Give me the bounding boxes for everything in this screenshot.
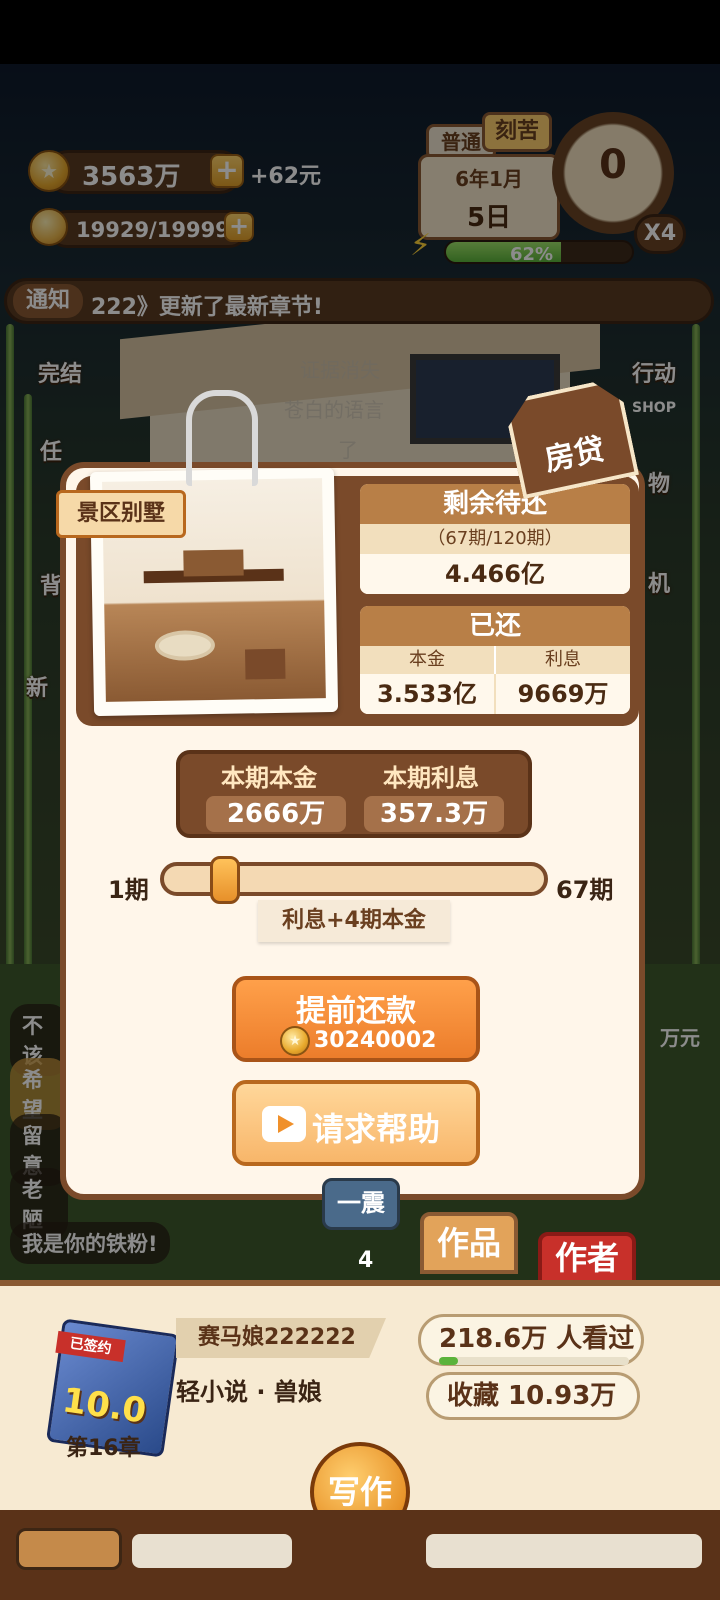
binder-clip-icon xyxy=(186,390,258,486)
bottom-nav-tab[interactable] xyxy=(132,1534,292,1568)
views-text: 218.6万 人看过 xyxy=(439,1324,635,1354)
property-name-tag: 景区别墅 xyxy=(56,490,186,538)
current-interest-label: 本期利息 xyxy=(383,764,479,792)
slider-min-label: 1期 xyxy=(108,876,149,904)
shake-button[interactable]: 一震 xyxy=(322,1178,400,1230)
current-period-board: 本期本金 本期利息 2666万 357.3万 xyxy=(176,750,532,838)
paid-principal: 3.533亿 xyxy=(360,674,496,714)
mortgage-dialog: 景区别墅 剩余待还 （67期/120期） 4.466亿 已还 本金 利息 3.5… xyxy=(56,390,645,1200)
tab-author[interactable]: 作者 xyxy=(538,1232,636,1284)
current-principal-label: 本期本金 xyxy=(221,764,317,792)
current-principal: 2666万 xyxy=(206,796,346,832)
remaining-amount: 4.466亿 xyxy=(360,554,630,594)
paid-interest: 9669万 xyxy=(496,674,630,714)
slider-note: 利息+4期本金 xyxy=(258,900,450,942)
favorites-pill: 收藏 10.93万 xyxy=(426,1372,640,1420)
prepay-button[interactable]: 提前还款 ★ 30240002 xyxy=(232,976,480,1062)
views-pill: 218.6万 人看过 xyxy=(418,1314,644,1366)
prepay-cost: 30240002 xyxy=(314,1028,437,1053)
bottom-nav-tab[interactable] xyxy=(426,1534,702,1568)
coin-icon: ★ xyxy=(280,1026,310,1056)
paid-interest-label: 利息 xyxy=(496,646,630,674)
shake-count: 4 xyxy=(358,1248,374,1273)
current-interest: 357.3万 xyxy=(364,796,504,832)
request-help-label: 请求帮助 xyxy=(312,1110,441,1148)
prepay-label: 提前还款 xyxy=(296,994,416,1029)
remaining-periods: （67期/120期） xyxy=(360,524,630,554)
status-bar xyxy=(0,0,720,64)
book-score: 10.0 xyxy=(60,1380,149,1432)
slider-max-label: 67期 xyxy=(556,876,614,904)
paid-box: 已还 本金 利息 3.533亿 9669万 xyxy=(360,606,630,714)
mortgage-tag-text: 房贷 xyxy=(541,431,608,479)
bottom-nav-tab[interactable] xyxy=(16,1528,122,1570)
paid-principal-label: 本金 xyxy=(360,646,496,674)
book-panel: 已签约 10.0 第16章 赛马娘222222 轻小说 · 兽娘 218.6万 … xyxy=(0,1280,720,1600)
tab-works[interactable]: 作品 xyxy=(420,1212,518,1274)
signed-badge: 已签约 xyxy=(55,1330,126,1363)
remaining-title: 剩余待还 xyxy=(360,484,630,524)
book-title: 赛马娘222222 xyxy=(176,1318,386,1358)
slider-handle[interactable] xyxy=(210,856,240,904)
paid-title: 已还 xyxy=(360,606,630,646)
bottom-nav xyxy=(0,1510,720,1600)
chapter-label: 第16章 xyxy=(66,1436,141,1461)
remaining-box: 剩余待还 （67期/120期） 4.466亿 xyxy=(360,484,630,594)
book-genre: 轻小说 · 兽娘 xyxy=(176,1378,322,1406)
mortgage-header: 景区别墅 剩余待还 （67期/120期） 4.466亿 已还 本金 利息 3.5… xyxy=(56,390,639,726)
request-help-button[interactable]: 请求帮助 xyxy=(232,1080,480,1166)
video-play-icon xyxy=(262,1106,306,1142)
period-slider[interactable] xyxy=(160,856,548,904)
